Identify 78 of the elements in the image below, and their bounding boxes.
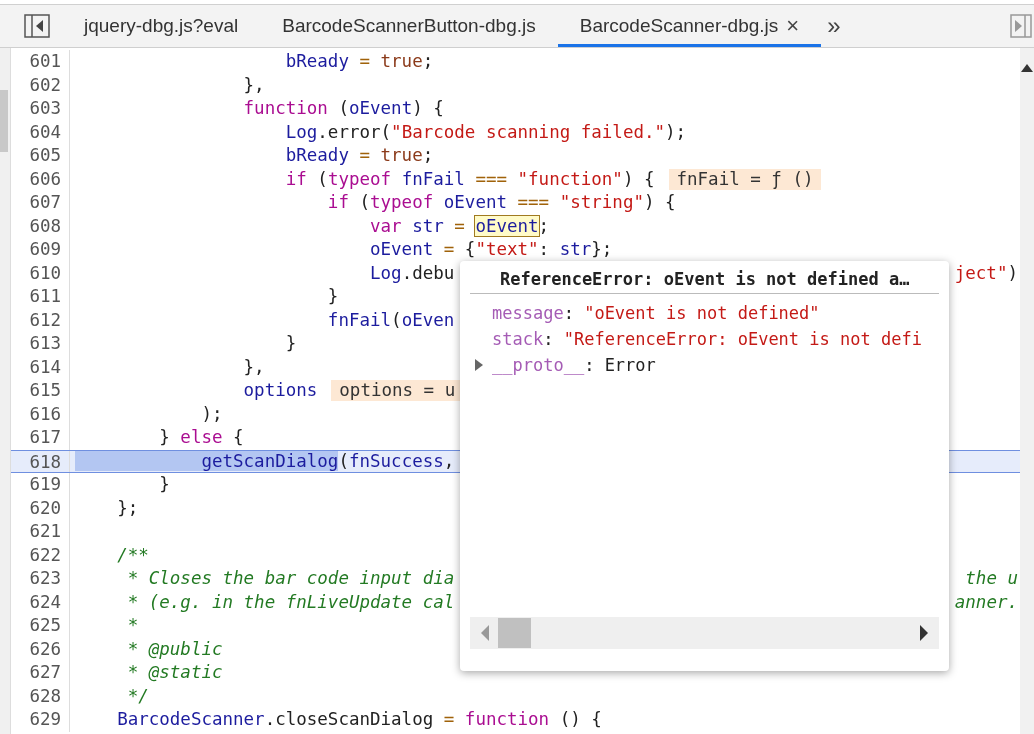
line-number: 604	[11, 120, 70, 144]
scroll-left-icon[interactable]	[480, 625, 490, 641]
more-tabs-button[interactable]: »	[821, 12, 847, 40]
sidebar-toggle-icon[interactable]	[24, 14, 50, 38]
property-entry: message: "oEvent is not defined"	[492, 303, 820, 323]
close-icon[interactable]: ×	[786, 13, 800, 39]
popover-title: ReferenceError: oEvent is not defined a…	[470, 261, 939, 294]
line-number: 627	[11, 661, 70, 685]
code-line: );	[200, 402, 223, 426]
code-line: /**	[116, 543, 149, 567]
code-line: function (oEvent) {	[242, 97, 444, 120]
expand-icon[interactable]	[474, 359, 484, 371]
code-line: *	[126, 614, 139, 637]
code-line: Log.error("Barcode scanning failed.");	[284, 120, 687, 144]
line-number: 628	[11, 684, 70, 708]
code-line: } else {	[158, 426, 244, 449]
code-fragment: ject")	[954, 261, 1019, 285]
code-line: options	[242, 379, 318, 402]
line-number: 613	[11, 332, 70, 356]
line-number: 615	[11, 379, 70, 403]
line-number: 611	[11, 285, 70, 309]
scrollbar-thumb[interactable]	[0, 90, 8, 152]
code-line: fnFail(oEven	[326, 308, 455, 332]
line-number: 608	[11, 214, 70, 238]
line-number: 614	[11, 355, 70, 379]
line-number: 622	[11, 543, 70, 567]
line-number: 612	[11, 308, 70, 332]
line-number: 601	[11, 50, 70, 74]
code-line: * @public	[126, 637, 223, 661]
line-number: 606	[11, 167, 70, 191]
line-number: 603	[11, 97, 70, 121]
file-tab[interactable]: jquery-dbg.js?eval	[62, 5, 261, 47]
code-line: bReady = true;	[284, 144, 434, 167]
code-line: bReady = true;	[284, 50, 434, 73]
line-number: 618	[11, 450, 70, 472]
file-tab[interactable]: BarcodeScanner-dbg.js ×	[557, 5, 822, 47]
line-number: 621	[11, 520, 70, 544]
code-line: if (typeof fnFail === "function") {	[284, 167, 655, 191]
file-tab[interactable]: BarcodeScannerButton-dbg.js	[260, 5, 558, 47]
code-line: },	[242, 355, 265, 379]
code-line: }	[158, 473, 170, 496]
line-number: 624	[11, 590, 70, 614]
line-number: 610	[11, 261, 70, 285]
scroll-up-icon[interactable]	[1021, 64, 1033, 72]
line-number: 620	[11, 496, 70, 520]
line-number: 626	[11, 637, 70, 661]
code-line: var str = oEvent;	[369, 214, 550, 238]
code-line: BarcodeScanner.closeScanDialog = function () {	[116, 708, 602, 731]
line-number: 616	[11, 402, 70, 426]
code-line: },	[242, 73, 265, 97]
code-fragment: anner.	[954, 590, 1019, 614]
line-number: 609	[11, 238, 70, 262]
code-line: Log.debu	[369, 261, 455, 285]
line-number: 625	[11, 614, 70, 638]
line-number: 617	[11, 426, 70, 450]
code-line: * @static	[126, 661, 223, 684]
code-line: oEvent = {"text": str};	[369, 238, 613, 261]
line-number: 619	[11, 473, 70, 497]
line-number: 623	[11, 567, 70, 591]
code-line: if (typeof oEvent === "string") {	[326, 191, 676, 214]
horizontal-scrollbar[interactable]	[470, 617, 939, 649]
code-line: * (e.g. in the fnLiveUpdate cal	[126, 590, 455, 614]
line-number: 629	[11, 708, 70, 732]
scroll-right-icon[interactable]	[919, 625, 929, 641]
panel-toggle-icon[interactable]	[1010, 14, 1032, 38]
line-number: 605	[11, 144, 70, 168]
line-number: 602	[11, 73, 70, 97]
code-line: */	[126, 684, 149, 708]
code-line: }	[326, 285, 339, 308]
code-line: };	[116, 496, 139, 520]
inline-value: fnFail = ƒ ()	[668, 168, 822, 190]
property-entry: __proto__: Error	[492, 355, 656, 375]
code-line: * Closes the bar code input dia	[126, 567, 455, 590]
property-entry: stack: "ReferenceError: oEvent is not defi	[492, 329, 922, 349]
line-number: 607	[11, 191, 70, 215]
code-fragment: the u	[965, 567, 1019, 590]
scrollbar-thumb[interactable]	[498, 618, 531, 648]
code-line: }	[284, 332, 297, 355]
